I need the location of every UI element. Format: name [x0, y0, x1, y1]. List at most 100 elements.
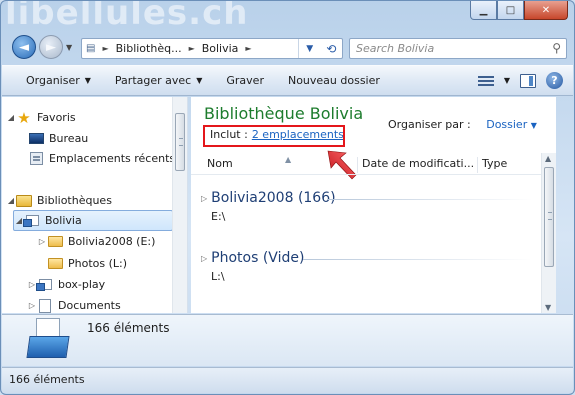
folder-icon: [47, 235, 63, 249]
address-actions: ▼ ⟲: [298, 39, 342, 58]
breadcrumb-bolivia[interactable]: Bolivia: [198, 42, 243, 55]
group-header[interactable]: ▷ Photos (Vide): [201, 250, 304, 266]
sort-arrow-icon: ▲: [285, 155, 292, 164]
scrollbar-thumb[interactable]: [175, 113, 185, 171]
expand-arrow-icon[interactable]: ◢: [6, 113, 16, 122]
chevron-right-icon[interactable]: ►: [186, 44, 198, 53]
scrollbar-thumb[interactable]: [544, 167, 554, 267]
library-icon: [22, 214, 40, 228]
expand-arrow-icon[interactable]: ◢: [6, 196, 16, 205]
sidebar-item-label: Bureau: [49, 132, 89, 145]
group-header[interactable]: ▷ Bolivia2008 (166): [201, 190, 336, 206]
scroll-down-icon[interactable]: ▼: [545, 303, 551, 312]
column-header-type[interactable]: Type: [477, 157, 537, 173]
sidebar-item-desktop[interactable]: Bureau: [28, 128, 187, 149]
status-bar: 166 éléments: [2, 367, 573, 393]
sidebar-item-label: Emplacements récents: [49, 152, 176, 165]
chevron-down-icon: ▼: [196, 76, 203, 85]
chevron-down-icon: ▼: [530, 121, 537, 130]
group-title: Bolivia2008 (166): [211, 190, 336, 206]
recent-pages-chevron-icon[interactable]: ▼: [66, 43, 72, 52]
column-header-label: Type: [482, 157, 508, 170]
view-dropdown-icon[interactable]: ▼: [504, 76, 510, 85]
watermark-logo: libellules.ch: [5, 0, 249, 33]
breadcrumb-libraries[interactable]: Bibliothèq...: [112, 42, 186, 55]
content-scrollbar[interactable]: ▲ ▼: [541, 153, 556, 313]
sidebar-item-photos[interactable]: Photos (L:): [47, 253, 187, 274]
navigation-scrollbar[interactable]: [172, 97, 187, 313]
column-header-date[interactable]: Date de modificati...: [357, 157, 475, 173]
recent-places-icon: [28, 152, 44, 166]
star-icon: ★: [17, 108, 31, 127]
arrange-by: Organiser par : Dossier ▼: [388, 118, 537, 131]
desktop-icon: [28, 132, 44, 146]
new-folder-button[interactable]: Nouveau dossier: [276, 74, 392, 87]
share-menu-button[interactable]: Partager avec ▼: [103, 74, 214, 87]
content-pane[interactable]: Bibliothèque Bolivia Inclut :2 emplaceme…: [191, 97, 556, 313]
sidebar-item-label: Bolivia2008 (E:): [68, 235, 156, 248]
sidebar-item-favorites[interactable]: ◢ ★ Favoris: [6, 107, 187, 128]
organise-menu-button[interactable]: Organiser ▼: [2, 74, 103, 87]
details-item-count: 166 éléments: [87, 321, 170, 335]
folder-icon: [47, 257, 63, 271]
share-label: Partager avec: [114, 74, 192, 87]
chevron-down-icon: ▼: [84, 76, 91, 85]
collapse-arrow-icon[interactable]: ▷: [37, 237, 47, 246]
minimize-button[interactable]: ▁: [470, 1, 497, 20]
sidebar-item-label: Bolivia: [45, 214, 82, 227]
navigation-pane[interactable]: ◢ ★ Favoris Bureau Emplacements récents …: [2, 97, 188, 313]
title-bar: libellules.ch ▁ □ ✕: [1, 0, 574, 33]
forward-button[interactable]: ►: [39, 35, 63, 59]
sidebar-item-label: Bibliothèques: [37, 194, 112, 207]
new-folder-label: Nouveau dossier: [287, 74, 380, 87]
view-options-icon[interactable]: [477, 74, 494, 88]
address-bar[interactable]: ▤ ► Bibliothèq... ► Bolivia ► ▼ ⟲: [81, 38, 343, 59]
search-input[interactable]: Search Bolivia ⚲: [349, 38, 567, 59]
column-headers: ▲ Nom Date de modificati... Type: [191, 153, 547, 175]
sidebar-item-box-play[interactable]: ▷ box-play: [27, 274, 187, 295]
window-controls: ▁ □ ✕: [470, 1, 568, 20]
sidebar-item-label: Favoris: [37, 111, 76, 124]
command-bar: Organiser ▼ Partager avec ▼ Graver Nouve…: [2, 65, 573, 96]
help-icon[interactable]: ?: [546, 72, 563, 89]
back-button[interactable]: ◄: [12, 35, 36, 59]
column-header-label: Date de modificati...: [362, 157, 475, 170]
group-path: E:\: [211, 210, 226, 223]
view-controls: ▼ ?: [477, 72, 563, 89]
arrange-label: Organiser par :: [388, 118, 471, 131]
library-path-icon: ▤: [86, 43, 96, 54]
scroll-up-icon[interactable]: ▲: [545, 154, 551, 163]
library-title: Bibliothèque Bolivia: [204, 104, 364, 123]
burn-label: Graver: [226, 74, 264, 87]
burn-button[interactable]: Graver: [214, 74, 276, 87]
search-icon[interactable]: ⚲: [552, 41, 561, 55]
expand-arrow-icon[interactable]: ▷: [201, 194, 207, 203]
details-pane: 166 éléments: [2, 314, 573, 366]
chevron-right-icon[interactable]: ►: [99, 44, 111, 53]
group-divider: [327, 199, 532, 200]
sidebar-item-bolivia2008[interactable]: ▷ Bolivia2008 (E:): [37, 231, 187, 252]
collapse-arrow-icon[interactable]: ▷: [27, 301, 37, 310]
close-button[interactable]: ✕: [524, 1, 568, 20]
sidebar-item-recent-places[interactable]: Emplacements récents: [28, 148, 187, 169]
arrange-dropdown[interactable]: Dossier ▼: [486, 118, 537, 131]
organise-label: Organiser: [26, 74, 80, 87]
sidebar-item-documents[interactable]: ▷ Documents: [27, 295, 187, 313]
expand-arrow-icon[interactable]: ▷: [201, 254, 207, 263]
sidebar-item-label: Documents: [58, 299, 121, 312]
sidebar-item-libraries[interactable]: ◢ Bibliothèques: [6, 190, 187, 211]
sidebar-item-bolivia[interactable]: ◢ Bolivia: [13, 210, 173, 231]
chevron-right-icon[interactable]: ►: [242, 44, 254, 53]
highlight-box: [203, 125, 345, 147]
preview-pane-icon[interactable]: [520, 73, 536, 88]
refresh-icon[interactable]: ⟲: [321, 39, 343, 58]
address-dropdown-icon[interactable]: ▼: [299, 39, 321, 58]
column-header-name[interactable]: ▲ Nom: [203, 155, 353, 173]
maximize-button[interactable]: □: [497, 1, 524, 20]
arrange-value: Dossier: [486, 118, 528, 131]
library-large-icon: [24, 318, 72, 363]
sidebar-item-label: Photos (L:): [68, 257, 128, 270]
group-title: Photos (Vide): [211, 250, 305, 266]
documents-icon: [37, 298, 53, 313]
sidebar-item-label: box-play: [58, 278, 106, 291]
